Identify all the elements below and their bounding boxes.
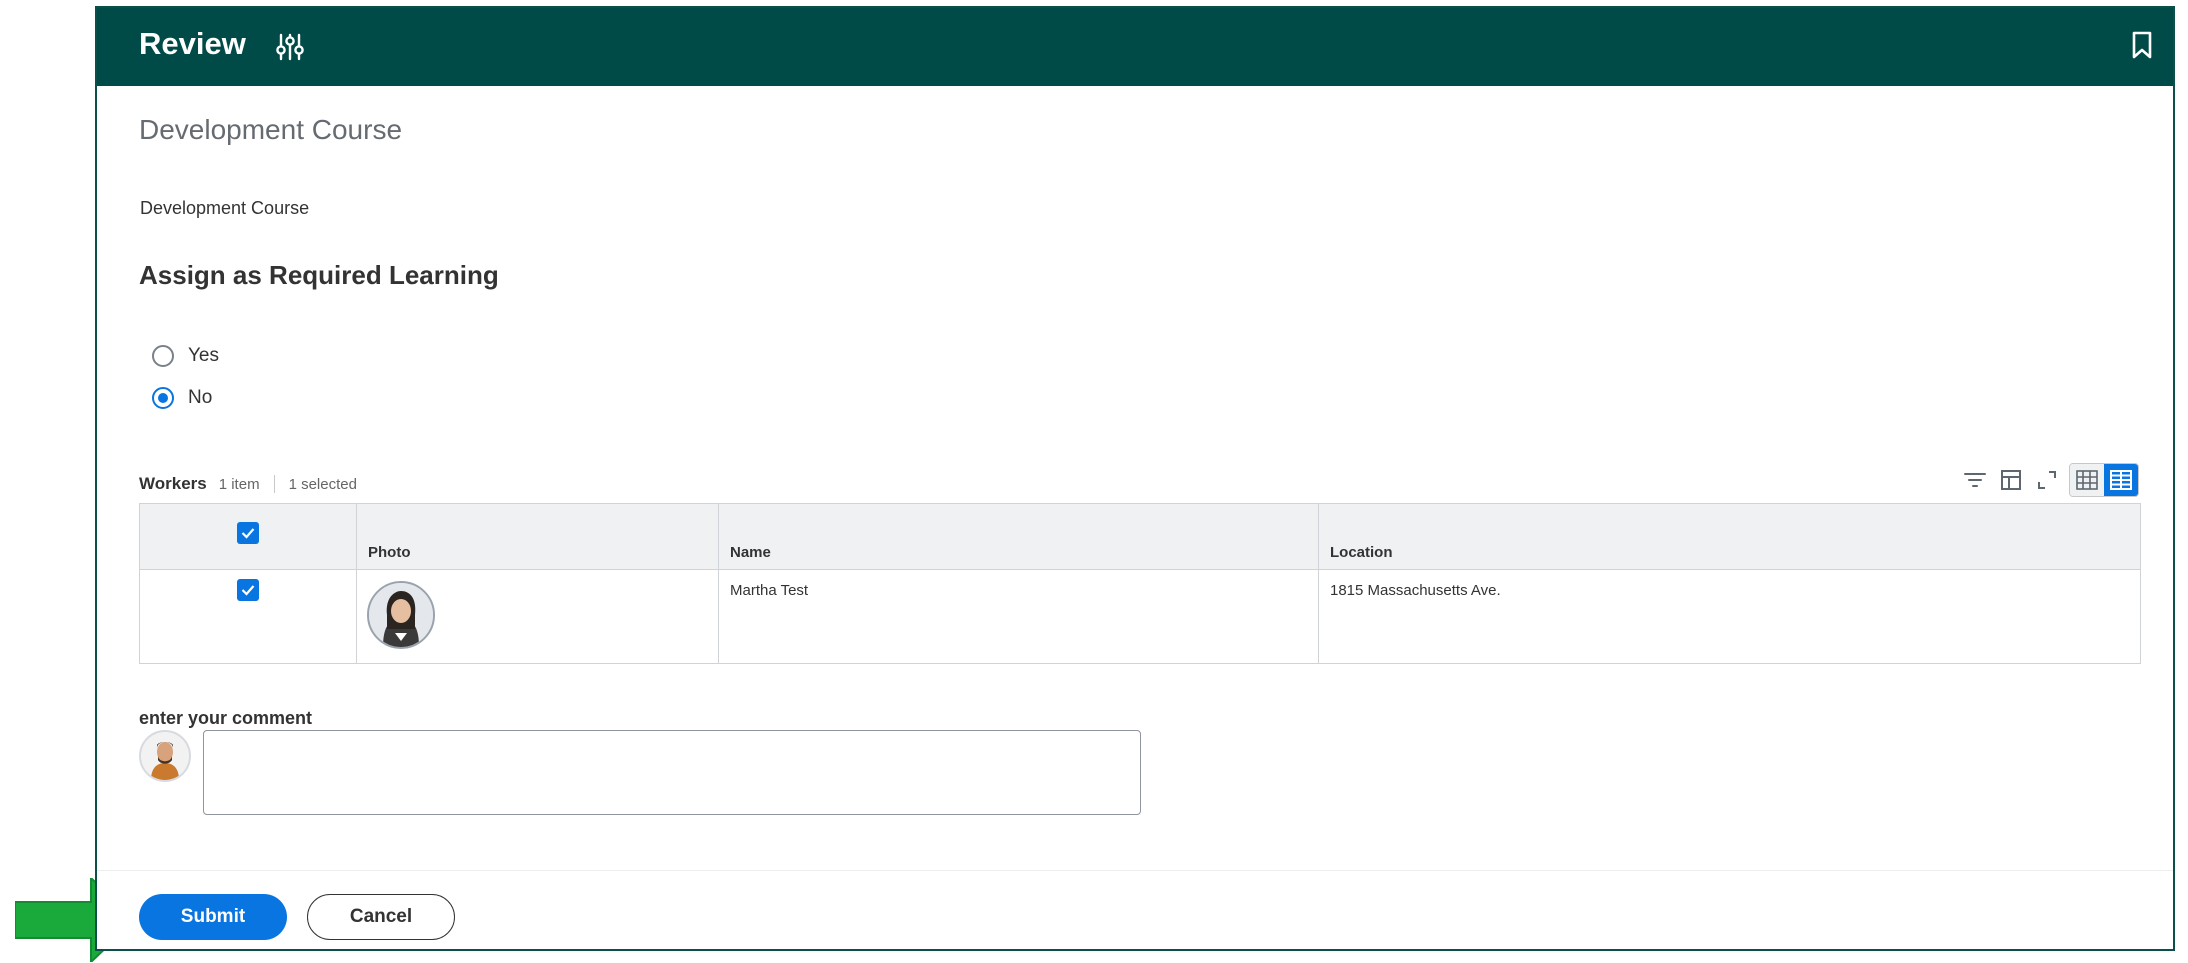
worker-photo[interactable] bbox=[367, 581, 435, 649]
comment-label: enter your comment bbox=[139, 708, 313, 728]
cancel-button[interactable]: Cancel bbox=[307, 894, 455, 940]
expand-icon[interactable] bbox=[2033, 466, 2061, 494]
comment-input[interactable] bbox=[203, 730, 1141, 815]
page-header: Review bbox=[97, 8, 2173, 86]
workers-grid: Photo Name Location Martha Test 1815 Mas… bbox=[139, 503, 2141, 664]
radio-option-no[interactable]: No bbox=[152, 387, 212, 409]
radio-no-label: No bbox=[188, 387, 213, 408]
column-header-name[interactable]: Name bbox=[730, 544, 771, 561]
filter-icon[interactable] bbox=[1961, 466, 1989, 494]
radio-yes-label: Yes bbox=[188, 345, 219, 366]
cell-worker-location: 1815 Massachusetts Ave. bbox=[1330, 582, 1501, 599]
radio-yes-button[interactable] bbox=[152, 345, 174, 367]
select-all-checkbox[interactable] bbox=[237, 522, 259, 544]
workers-label: Workers bbox=[139, 474, 207, 493]
page-title: Review bbox=[139, 26, 246, 61]
radio-no-button[interactable] bbox=[152, 387, 174, 409]
column-header-location[interactable]: Location bbox=[1330, 544, 1393, 561]
sliders-icon[interactable] bbox=[275, 32, 305, 62]
assign-required-heading: Assign as Required Learning bbox=[139, 260, 499, 290]
grid-toolbar bbox=[1961, 463, 2139, 497]
course-name: Development Course bbox=[140, 198, 310, 218]
user-avatar bbox=[139, 730, 191, 782]
column-divider bbox=[718, 504, 719, 663]
bookmark-icon[interactable] bbox=[2130, 30, 2154, 60]
view-toggle bbox=[2069, 463, 2139, 497]
count-divider bbox=[273, 475, 275, 493]
cell-worker-name[interactable]: Martha Test bbox=[730, 582, 808, 599]
workers-selected-count: 1 selected bbox=[288, 475, 357, 493]
table-view-icon[interactable] bbox=[2070, 464, 2104, 496]
grid-view-icon[interactable] bbox=[2104, 464, 2138, 496]
column-header-photo[interactable]: Photo bbox=[368, 544, 411, 561]
column-divider bbox=[356, 504, 357, 663]
grid-header-row bbox=[140, 504, 2140, 570]
footer-divider bbox=[97, 870, 2173, 871]
row-checkbox[interactable] bbox=[237, 579, 259, 601]
radio-option-yes[interactable]: Yes bbox=[152, 345, 219, 367]
column-divider bbox=[1318, 504, 1319, 663]
workers-grid-header: Workers 1 item 1 selected bbox=[139, 474, 357, 494]
review-panel: Review Development Course Development Co… bbox=[95, 6, 2175, 951]
workers-item-count: 1 item bbox=[218, 475, 260, 493]
column-layout-icon[interactable] bbox=[1997, 466, 2025, 494]
section-title: Development Course bbox=[139, 114, 403, 145]
submit-button[interactable]: Submit bbox=[139, 894, 287, 940]
